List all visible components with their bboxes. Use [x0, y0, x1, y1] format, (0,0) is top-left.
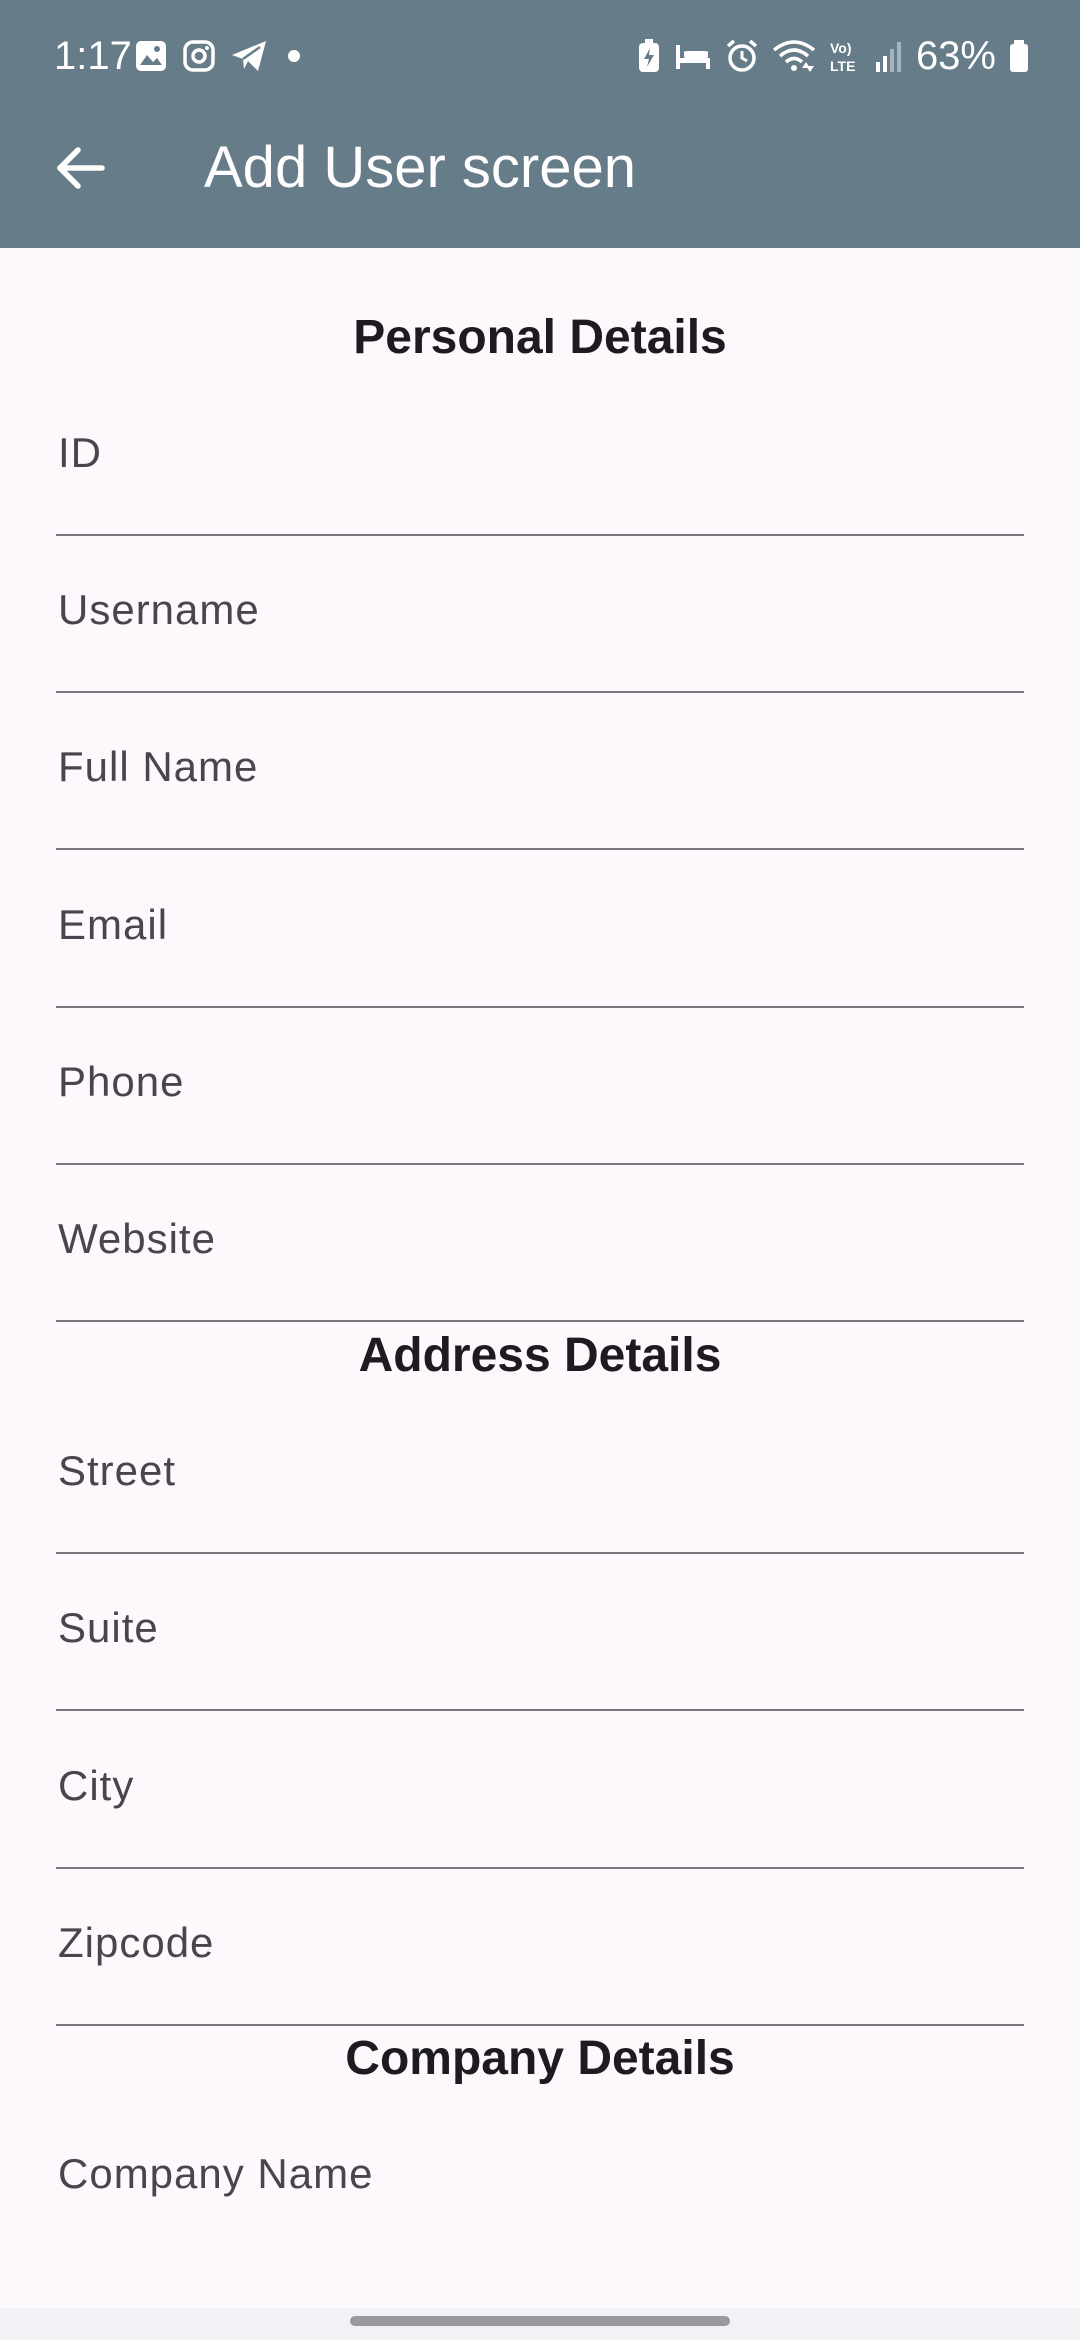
- zipcode-field[interactable]: Zipcode: [56, 1870, 1024, 2026]
- website-field-label: Website: [58, 1215, 216, 1262]
- full-name-field-label: Full Name: [58, 743, 259, 790]
- website-field[interactable]: Website: [56, 1166, 1024, 1322]
- svg-text:LTE: LTE: [830, 58, 855, 74]
- section-title-company: Company Details: [345, 2032, 735, 2085]
- notification-icons: [134, 36, 306, 76]
- full-name-field[interactable]: Full Name: [56, 694, 1024, 850]
- phone-field[interactable]: Phone: [56, 1009, 1024, 1165]
- suite-field-label: Suite: [58, 1604, 159, 1651]
- street-field-label: Street: [58, 1447, 177, 1494]
- alarm-icon: [726, 39, 758, 72]
- signal-icon: [875, 42, 901, 72]
- home-gesture-handle[interactable]: [350, 2316, 730, 2326]
- username-field[interactable]: Username: [56, 537, 1024, 693]
- svg-text:Vo): Vo): [830, 40, 852, 56]
- system-status-icons: Vo) LTE 63%: [636, 30, 1030, 82]
- back-button[interactable]: [48, 136, 112, 200]
- instagram-icon: [183, 40, 215, 72]
- add-user-form: Personal Details ID Username Full Name E…: [0, 248, 1080, 2308]
- city-field[interactable]: City: [56, 1713, 1024, 1869]
- volte-icon: Vo) LTE: [830, 40, 855, 74]
- street-field[interactable]: Street: [56, 1398, 1024, 1554]
- id-field[interactable]: ID: [56, 380, 1024, 536]
- notification-dot-icon: [288, 50, 300, 62]
- battery-icon: [1010, 40, 1028, 72]
- email-field-label: Email: [58, 901, 169, 948]
- battery-percentage: 63%: [915, 34, 996, 78]
- status-time: 1:17: [54, 34, 132, 78]
- telegram-icon: [232, 41, 266, 71]
- email-field[interactable]: Email: [56, 852, 1024, 1008]
- zipcode-field-label: Zipcode: [58, 1919, 215, 1966]
- status-bar: 1:17 Vo) LTE 63%: [0, 0, 1080, 110]
- page-title: Add User screen: [204, 135, 636, 200]
- username-field-label: Username: [58, 586, 260, 633]
- gesture-navigation-bar: [0, 2308, 1080, 2340]
- wifi-icon: [772, 40, 816, 72]
- phone-field-label: Phone: [58, 1058, 185, 1105]
- bed-icon: [675, 45, 710, 69]
- app-bar: 1:17 Vo) LTE 63% Add User screen: [0, 0, 1080, 248]
- company-name-field-label: Company Name: [58, 2150, 374, 2197]
- section-title-address: Address Details: [358, 1329, 722, 1382]
- battery-saver-icon: [638, 39, 659, 72]
- arrow-left-icon: [57, 147, 105, 189]
- company-name-field[interactable]: Company Name: [56, 2101, 1024, 2257]
- city-field-label: City: [58, 1762, 135, 1809]
- section-title-personal: Personal Details: [353, 311, 727, 364]
- suite-field[interactable]: Suite: [56, 1555, 1024, 1711]
- gallery-icon: [136, 41, 166, 71]
- id-field-label: ID: [58, 429, 102, 476]
